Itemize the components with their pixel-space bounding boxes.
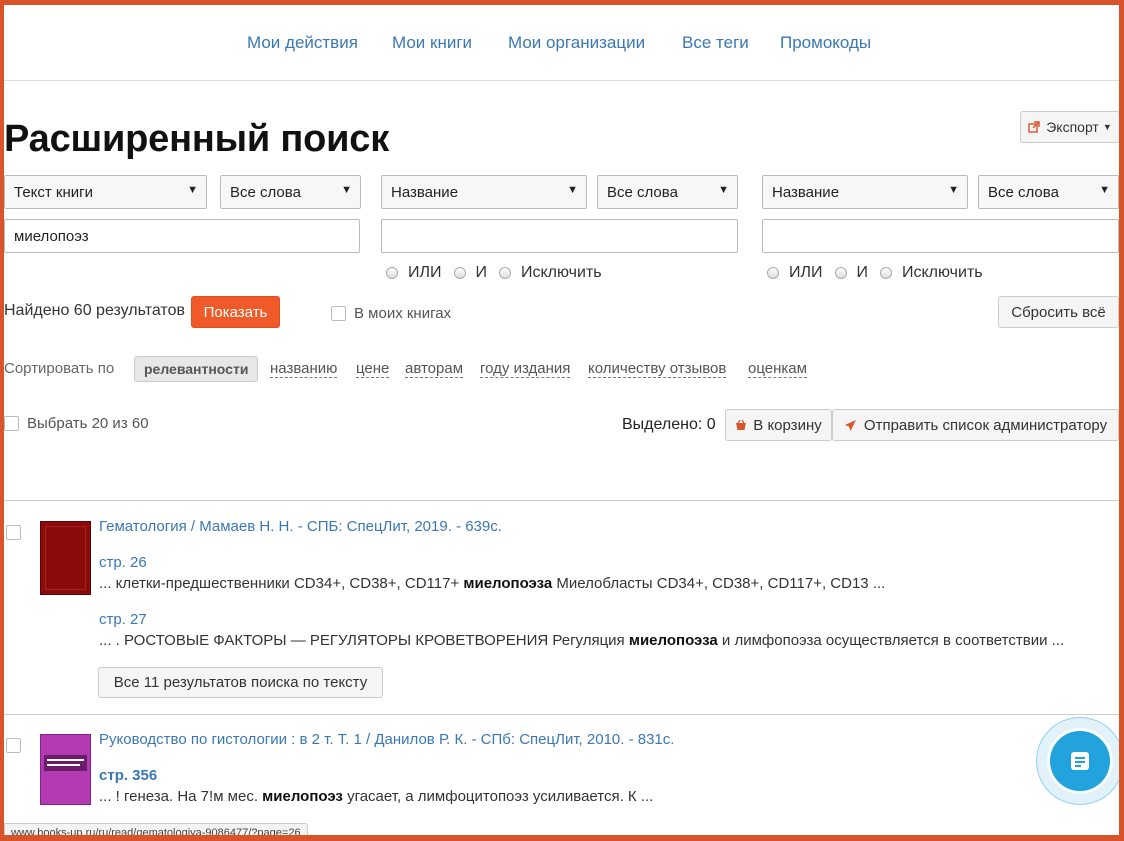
external-link-icon	[1028, 121, 1040, 133]
mode-select-3-value: Все слова	[988, 183, 1059, 201]
field-select-3[interactable]: Название ▼	[762, 175, 968, 209]
book-cover-2[interactable]	[40, 734, 91, 805]
result-2-title[interactable]: Руководство по гистологии : в 2 т. Т. 1 …	[99, 731, 674, 748]
radio-and-3[interactable]	[834, 267, 847, 279]
select-all-label: Выбрать 20 из 60	[27, 415, 149, 432]
search-input-1[interactable]: миелопоэз	[4, 219, 360, 253]
radio-and-2[interactable]	[453, 267, 466, 279]
chat-button-core[interactable]	[1050, 731, 1110, 791]
paper-plane-icon	[844, 419, 856, 431]
show-button[interactable]: Показать	[191, 296, 280, 328]
sort-relevance[interactable]: релевантности	[134, 356, 259, 382]
sort-by-year[interactable]: году издания	[480, 360, 571, 378]
result-1-hit-2-snippet: ... . РОСТОВЫЕ ФАКТОРЫ — РЕГУЛЯТОРЫ КРОВ…	[99, 632, 1065, 649]
radio-exclude-2[interactable]	[499, 267, 511, 279]
result-2-hit-1-page[interactable]: стр. 356	[99, 767, 157, 784]
mode-select-2-value: Все слова	[607, 183, 678, 201]
radio-exclude-3-label: Исключить	[902, 264, 983, 281]
nav-my-books[interactable]: Мои книги	[392, 33, 472, 53]
radio-or-2[interactable]	[386, 267, 398, 279]
book-cover-1[interactable]	[40, 521, 91, 595]
caret-down-icon: ▼	[567, 184, 578, 196]
result-2-checkbox[interactable]	[6, 738, 21, 753]
field-select-1-value: Текст книги	[14, 183, 94, 201]
result-1-hit-1-page[interactable]: стр. 26	[99, 554, 147, 571]
search-input-3[interactable]	[762, 219, 1119, 253]
radio-or-3-label: ИЛИ	[789, 264, 823, 281]
field-select-2-value: Название	[391, 183, 459, 201]
caret-down-icon: ▼	[187, 184, 198, 196]
mode-select-1-value: Все слова	[230, 183, 301, 201]
sort-by-title[interactable]: названию	[270, 360, 338, 378]
radio-or-3[interactable]	[767, 267, 779, 279]
chat-widget-button[interactable]	[1036, 717, 1119, 805]
result-2-hit-1-snippet: ... ! генеза. На 7!м мес. миелопоэз угас…	[99, 788, 654, 805]
caret-down-icon: ▼	[1102, 122, 1112, 132]
export-button[interactable]: Экспорт ▼	[1020, 111, 1119, 143]
reset-all-button[interactable]: Сбросить всё	[998, 296, 1119, 328]
add-to-cart-label: В корзину	[753, 416, 822, 434]
sort-by-rating[interactable]: оценкам	[748, 360, 807, 378]
browser-viewport: Мои действия Мои книги Мои организации В…	[0, 0, 1124, 841]
send-to-admin-button[interactable]: Отправить список администратору	[832, 409, 1119, 441]
radio-exclude-2-label: Исключить	[521, 264, 602, 281]
mode-select-1[interactable]: Все слова ▼	[220, 175, 361, 209]
search-input-2[interactable]	[381, 219, 738, 253]
field-select-1[interactable]: Текст книги ▼	[4, 175, 207, 209]
caret-down-icon: ▼	[341, 184, 352, 196]
in-my-books-label: В моих книгах	[354, 305, 452, 322]
result-1-checkbox[interactable]	[6, 525, 21, 540]
field-select-3-value: Название	[772, 183, 840, 201]
page-title: Расширенный поиск	[4, 118, 390, 160]
select-all-checkbox[interactable]	[4, 416, 19, 431]
caret-down-icon: ▼	[718, 184, 729, 196]
sort-by-authors[interactable]: авторам	[405, 360, 464, 378]
result-1-hit-2-page[interactable]: стр. 27	[99, 611, 147, 628]
sort-by-price[interactable]: цене	[356, 360, 390, 378]
caret-down-icon: ▼	[948, 184, 959, 196]
field-select-2[interactable]: Название ▼	[381, 175, 587, 209]
search-input-1-value: миелопоэз	[14, 227, 89, 245]
logic-radio-group-3: ИЛИ И Исключить	[767, 264, 995, 282]
radio-or-2-label: ИЛИ	[408, 264, 442, 281]
result-divider	[4, 500, 1119, 501]
radio-exclude-3[interactable]	[880, 267, 892, 279]
nav-my-organizations[interactable]: Мои организации	[508, 33, 645, 53]
radio-and-3-label: И	[856, 264, 869, 281]
all-text-results-button[interactable]: Все 11 результатов поиска по тексту	[98, 667, 383, 698]
result-divider	[4, 714, 1119, 715]
export-label: Экспорт	[1046, 119, 1099, 135]
selected-count: Выделено: 0	[622, 416, 716, 433]
found-count: Найдено 60 результатов	[4, 302, 185, 319]
result-1-title[interactable]: Гематология / Мамаев Н. Н. - СПБ: СпецЛи…	[99, 518, 502, 535]
caret-down-icon: ▼	[1099, 184, 1110, 196]
radio-and-2-label: И	[475, 264, 488, 281]
sort-by-reviews[interactable]: количеству отзывов	[588, 360, 727, 378]
add-to-cart-button[interactable]: В корзину	[725, 409, 832, 441]
in-my-books-checkbox[interactable]	[331, 306, 346, 321]
result-1-hit-1-snippet: ... клетки-предшественники CD34+, CD38+,…	[99, 575, 886, 592]
mode-select-3[interactable]: Все слова ▼	[978, 175, 1119, 209]
logic-radio-group-2: ИЛИ И Исключить	[386, 264, 614, 282]
nav-promocodes[interactable]: Промокоды	[780, 33, 871, 53]
top-navigation: Мои действия Мои книги Мои организации В…	[4, 5, 1119, 81]
mode-select-2[interactable]: Все слова ▼	[597, 175, 738, 209]
status-bar-url: www.books-up.ru/ru/read/gematologiya-908…	[4, 823, 308, 835]
send-to-admin-label: Отправить список администратору	[863, 416, 1108, 434]
nav-my-actions[interactable]: Мои действия	[247, 33, 358, 53]
chat-document-icon	[1071, 752, 1089, 770]
basket-icon	[736, 419, 747, 430]
nav-all-tags[interactable]: Все теги	[682, 33, 749, 53]
sort-label: Сортировать по	[4, 360, 115, 377]
